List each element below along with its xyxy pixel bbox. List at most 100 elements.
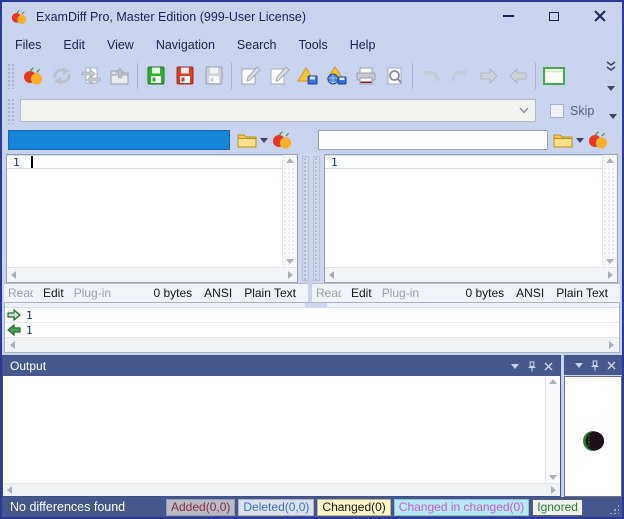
close-icon[interactable] (580, 2, 620, 30)
left-compare-button[interactable] (271, 129, 293, 151)
scroll-up-icon[interactable] (549, 379, 557, 384)
pin-icon[interactable] (587, 360, 603, 371)
maximize-icon[interactable] (534, 2, 574, 30)
scroll-up-icon[interactable] (286, 158, 294, 163)
right-compare-button[interactable] (587, 129, 609, 151)
left-editor[interactable]: 1 (7, 155, 282, 267)
menu-edit[interactable]: Edit (52, 35, 96, 55)
minimize-icon[interactable] (488, 2, 528, 30)
skip-checkbox[interactable] (550, 104, 564, 118)
plugin-mode[interactable]: Plug-in (74, 286, 111, 300)
badge-changed[interactable]: Changed(0) (317, 499, 390, 516)
panel-menu-arrow-icon[interactable] (571, 363, 587, 368)
scroll-left-icon[interactable] (329, 271, 334, 279)
encoding[interactable]: ANSI (516, 286, 544, 300)
pane-splitter[interactable] (298, 154, 324, 283)
print-button[interactable] (351, 62, 380, 90)
scroll-right-icon[interactable] (551, 486, 556, 494)
badge-ignored[interactable]: Ignored (532, 499, 583, 516)
panel-menu-arrow-icon[interactable] (506, 364, 523, 369)
edit-right-file-button[interactable] (264, 62, 293, 90)
menu-navigation[interactable]: Navigation (145, 35, 226, 55)
toolbar-menu-arrow-icon[interactable] (607, 86, 615, 91)
scroll-right-icon[interactable] (609, 341, 614, 349)
left-vertical-scrollbar[interactable] (282, 155, 297, 267)
badge-added[interactable]: Added(0,0) (166, 499, 235, 516)
save-as-diff-button[interactable] (293, 62, 322, 90)
copy-to-left-icon[interactable] (7, 324, 23, 336)
name-filter-combobox[interactable] (20, 99, 536, 122)
save-left-file-button[interactable] (141, 62, 170, 90)
menu-help[interactable]: Help (339, 35, 387, 55)
overflow-arrow-icon[interactable] (609, 114, 617, 119)
badge-deleted[interactable]: Deleted(0,0) (238, 499, 314, 516)
browse-dropdown-arrow-icon[interactable] (576, 138, 584, 143)
menu-tools[interactable]: Tools (288, 35, 339, 55)
syntax[interactable]: Plain Text (244, 286, 296, 300)
save-all-button[interactable] (199, 62, 228, 90)
splitter-handle[interactable] (313, 156, 320, 281)
line-inspector-row-left[interactable]: 1 (5, 308, 619, 323)
copy-to-right-icon[interactable] (7, 309, 23, 321)
edit-left-file-button[interactable] (235, 62, 264, 90)
statistics-panel-header[interactable] (564, 355, 622, 375)
line-inspector-scrollbar[interactable] (5, 338, 619, 352)
scroll-left-icon[interactable] (11, 271, 16, 279)
menu-files[interactable]: Files (4, 35, 52, 55)
scroll-up-icon[interactable] (606, 158, 614, 163)
edit-mode[interactable]: Edit (351, 286, 372, 300)
left-horizontal-scrollbar[interactable] (7, 267, 297, 282)
right-file-path-field[interactable] (318, 130, 548, 150)
read-only-mode[interactable]: Read (316, 286, 341, 300)
right-vertical-scrollbar[interactable] (602, 155, 617, 267)
previous-difference-button[interactable] (503, 62, 532, 90)
show-panes-button[interactable] (539, 62, 568, 90)
badge-changed-in-changed[interactable]: Changed in changed(0) (394, 499, 529, 516)
pin-icon[interactable] (523, 361, 540, 372)
close-panel-icon[interactable] (540, 362, 557, 371)
scroll-left-icon[interactable] (10, 341, 15, 349)
line-inspector-splitter[interactable] (5, 303, 619, 308)
toolbar-overflow[interactable] (604, 61, 618, 91)
scroll-down-icon[interactable] (549, 475, 557, 480)
menu-search[interactable]: Search (226, 35, 288, 55)
output-panel-header[interactable]: Output (3, 356, 560, 376)
skip-option[interactable]: Skip (550, 104, 594, 118)
toolbar-grip[interactable] (7, 98, 14, 124)
compare-button[interactable] (18, 62, 47, 90)
output-content[interactable] (3, 376, 545, 483)
scroll-right-icon[interactable] (608, 271, 613, 279)
scroll-down-icon[interactable] (286, 259, 294, 264)
save-right-file-button[interactable] (170, 62, 199, 90)
line-inspector-row-right[interactable]: 1 (5, 323, 619, 338)
undo-button[interactable] (416, 62, 445, 90)
next-difference-button[interactable] (474, 62, 503, 90)
left-browse-button[interactable] (237, 129, 268, 151)
print-preview-button[interactable] (380, 62, 409, 90)
plugin-mode[interactable]: Plug-in (382, 286, 419, 300)
swap-panes-button[interactable] (76, 62, 105, 90)
output-vertical-scrollbar[interactable] (545, 376, 560, 483)
scroll-right-icon[interactable] (288, 271, 293, 279)
resize-grip-icon[interactable] (609, 504, 619, 514)
edit-mode[interactable]: Edit (43, 286, 64, 300)
options-overflow[interactable] (609, 106, 617, 124)
read-only-mode[interactable]: Read (8, 286, 33, 300)
encoding[interactable]: ANSI (204, 286, 232, 300)
recompare-button[interactable] (47, 62, 76, 90)
right-editor[interactable]: 1 (325, 155, 602, 267)
scroll-left-icon[interactable] (7, 486, 12, 494)
menu-view[interactable]: View (96, 35, 145, 55)
syntax[interactable]: Plain Text (556, 286, 608, 300)
splitter-handle[interactable] (302, 156, 309, 281)
redo-button[interactable] (445, 62, 474, 90)
scroll-down-icon[interactable] (606, 259, 614, 264)
save-as-html-button[interactable] (322, 62, 351, 90)
right-horizontal-scrollbar[interactable] (325, 267, 617, 282)
left-file-path-field[interactable] (8, 130, 230, 150)
close-panel-icon[interactable] (604, 361, 620, 370)
browse-dropdown-arrow-icon[interactable] (260, 138, 268, 143)
toolbar-grip[interactable] (7, 63, 14, 89)
open-files-button[interactable] (105, 62, 134, 90)
right-browse-button[interactable] (553, 129, 584, 151)
